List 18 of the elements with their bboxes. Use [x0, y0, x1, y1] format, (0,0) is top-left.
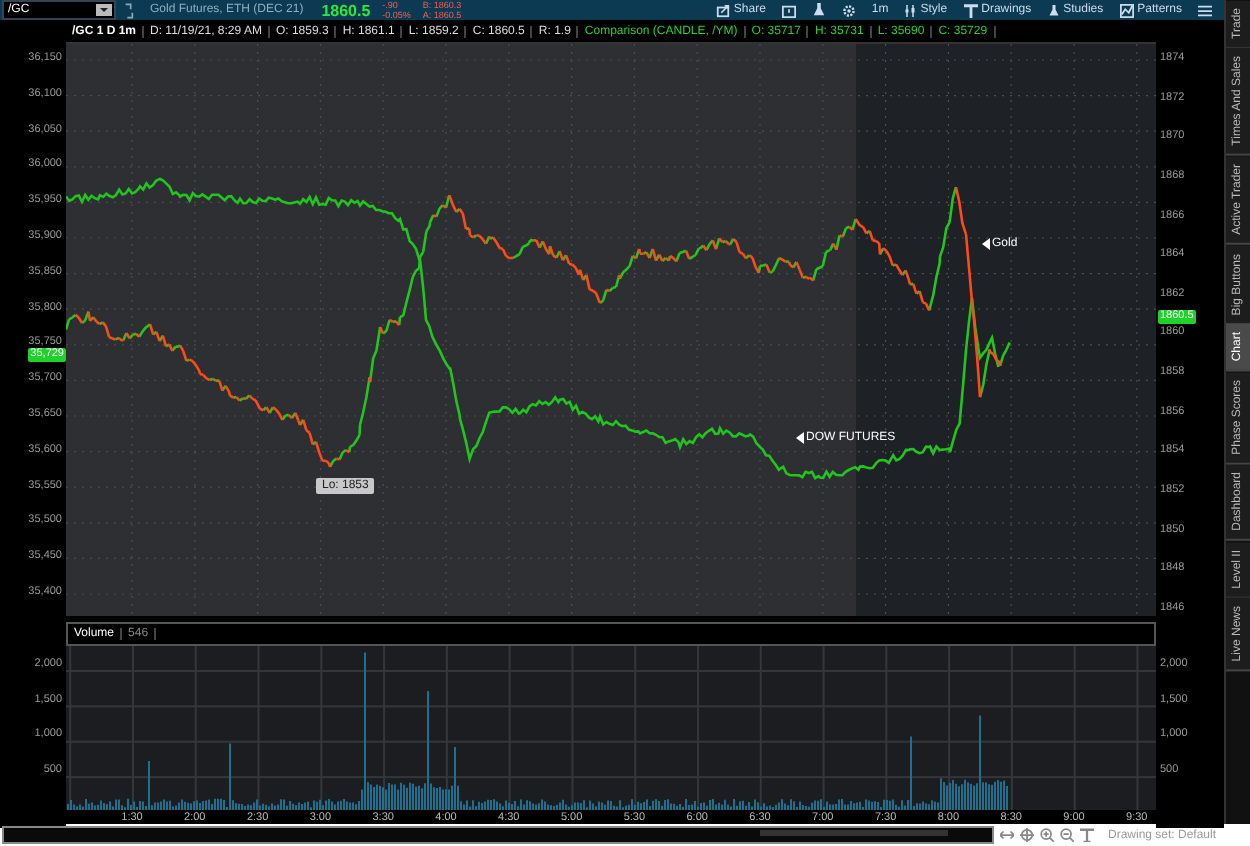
text-icon — [963, 3, 978, 17]
scroll-bar[interactable] — [2, 826, 994, 844]
last-price: 1860.5 — [321, 1, 371, 19]
zoom-in-icon[interactable] — [1040, 828, 1054, 842]
style-icon — [904, 3, 917, 17]
flask-icon — [1047, 3, 1060, 17]
flask-icon[interactable] — [811, 2, 826, 18]
crosshair-icon[interactable] — [1020, 828, 1034, 842]
settings-icon[interactable] — [841, 3, 856, 17]
share-icon — [715, 3, 730, 17]
text-tool-icon[interactable] — [1080, 828, 1094, 842]
zoom-out-icon[interactable] — [1060, 828, 1074, 842]
pointer-icon — [796, 432, 804, 444]
caret-icon — [96, 4, 112, 16]
pointer-icon — [982, 238, 990, 250]
pan-icon[interactable] — [1000, 828, 1014, 842]
menu-icon[interactable] — [1198, 3, 1212, 17]
chart-icon — [1119, 3, 1134, 17]
